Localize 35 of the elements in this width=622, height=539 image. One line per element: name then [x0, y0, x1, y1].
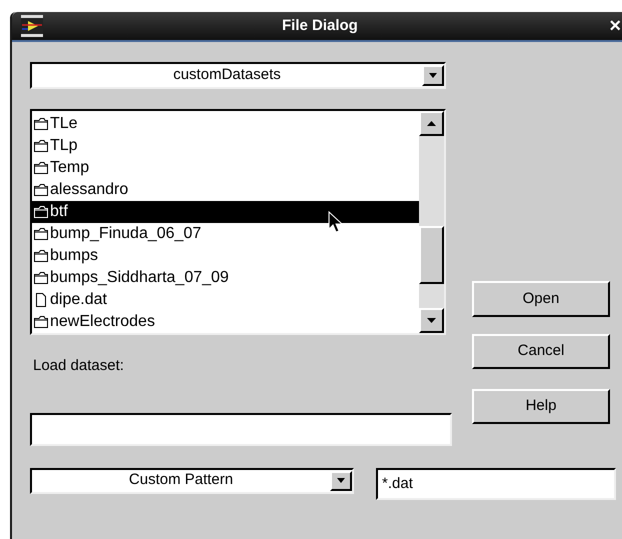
folder-icon	[34, 227, 48, 241]
folder-icon	[34, 161, 48, 175]
file-list-item[interactable]: bumps	[32, 245, 419, 267]
file-list-item[interactable]: alessandro	[32, 179, 419, 201]
folder-icon	[34, 117, 48, 131]
close-button[interactable]: ×	[609, 16, 621, 36]
dialog-button[interactable]: Cancel	[472, 334, 610, 369]
file-icon	[34, 293, 48, 307]
file-list-item[interactable]: bumps_Siddharta_07_09	[32, 267, 419, 289]
filter-dropdown[interactable]: Custom Pattern	[30, 468, 354, 494]
scroll-down-icon[interactable]	[419, 308, 444, 333]
window-title: File Dialog	[282, 16, 358, 36]
directory-dropdown[interactable]: customDatasets	[30, 62, 446, 89]
folder-icon	[34, 249, 48, 263]
folder-icon	[34, 205, 48, 219]
file-list-item[interactable]: TLp	[32, 135, 419, 157]
file-list-item[interactable]: btf	[32, 201, 419, 223]
load-dataset-label: Load dataset:	[33, 356, 125, 376]
filename-field[interactable]	[30, 412, 452, 446]
folder-icon	[34, 271, 48, 285]
file-list-item[interactable]: dipe.dat	[32, 289, 419, 311]
scrollbar-thumb[interactable]	[419, 226, 444, 284]
file-list-item[interactable]: bump_Finuda_06_07	[32, 223, 419, 245]
pattern-field[interactable]: *.dat	[376, 468, 616, 500]
scroll-up-icon[interactable]	[419, 111, 444, 136]
folder-icon	[34, 315, 48, 329]
dialog-button[interactable]: Open	[472, 281, 610, 317]
file-list-item[interactable]: newElectrodes	[32, 311, 419, 333]
app-icon	[20, 14, 44, 38]
file-list-item[interactable]: Temp	[32, 157, 419, 179]
folder-icon	[34, 183, 48, 197]
scrollbar[interactable]	[419, 111, 444, 333]
folder-icon	[34, 139, 48, 153]
file-list-item[interactable]: TLe	[32, 113, 419, 135]
dialog-button[interactable]: Help	[472, 389, 610, 424]
